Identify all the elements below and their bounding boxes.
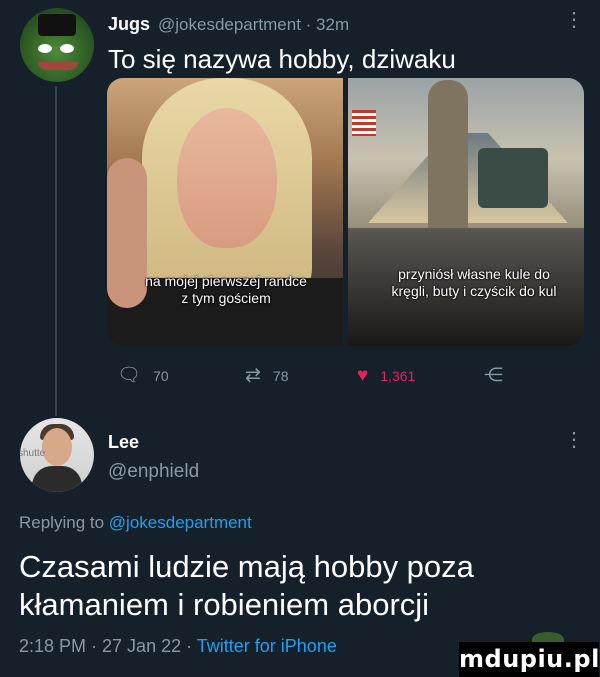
reply-author-name[interactable]: Lee — [108, 432, 139, 453]
replying-to-prefix: Replying to — [19, 513, 105, 532]
media-photo-bowling: przyniósł własne kule do kręgli, buty i … — [348, 78, 584, 346]
media-caption-left-line1: na mojej pierwszej randce — [145, 273, 307, 289]
author-name[interactable]: Jugs — [108, 14, 150, 35]
avatar-meme-caption-box — [38, 14, 76, 36]
tweet-meta: 2:18 PM · 27 Jan 22 · Twitter for iPhone — [19, 636, 337, 657]
replying-to-line: Replying to @jokesdepartment — [19, 513, 252, 533]
tweet-client[interactable]: Twitter for iPhone — [197, 636, 337, 656]
avatar-eye-right — [60, 44, 74, 53]
share-icon: ⋲ — [484, 365, 503, 386]
reply-bubble-icon: 🗨︎ — [117, 365, 142, 386]
like-count: 1,361 — [380, 367, 416, 384]
author-avatar[interactable] — [20, 8, 94, 82]
more-vertical-icon[interactable]: ⋮ — [564, 10, 584, 30]
reply-button[interactable]: 🗨︎ 70 — [117, 366, 169, 385]
thread-connector-line — [55, 86, 57, 416]
share-button[interactable]: ⋲ — [484, 366, 503, 385]
site-watermark: mdupiu.pl — [459, 642, 599, 677]
retweet-button[interactable]: ⇄ 78 — [245, 366, 289, 385]
retweet-icon: ⇄ — [245, 365, 261, 386]
retweet-count: 78 — [272, 367, 289, 384]
reply-author-avatar[interactable]: shutte — [20, 418, 94, 492]
avatar-mouth — [38, 62, 78, 70]
reply-author-handle[interactable]: @enphield — [108, 461, 199, 483]
tweet-text: To się nazywa hobby, dziwaku — [108, 44, 456, 74]
media-caption-right-line2: kręgli, buty i czyścik do kul — [391, 283, 557, 299]
media-photo-woman: na mojej pierwszej randce z tym gościem — [107, 78, 343, 346]
avatar-watermark: shutte — [20, 448, 46, 459]
avatar-eye-left — [38, 44, 52, 53]
more-vertical-icon[interactable]: ⋮ — [564, 430, 584, 450]
replying-to-handle[interactable]: @jokesdepartment — [109, 513, 252, 532]
media-caption-right-line1: przyniósł własne kule do — [398, 266, 550, 282]
author-handle-timestamp[interactable]: @jokesdepartment · 32m — [158, 15, 349, 35]
tweet-media[interactable]: na mojej pierwszej randce z tym gościem … — [107, 78, 584, 346]
media-caption-left-line2: z tym gościem — [181, 290, 271, 306]
reply-tweet-text: Czasami ludzie mają hobby poza kłamaniem… — [19, 549, 474, 622]
tweet-timestamp[interactable]: 2:18 PM · 27 Jan 22 · — [19, 636, 192, 656]
heart-icon: ♥ — [357, 365, 369, 386]
like-button[interactable]: ♥ 1,361 — [357, 366, 415, 385]
reply-count: 70 — [153, 367, 169, 384]
